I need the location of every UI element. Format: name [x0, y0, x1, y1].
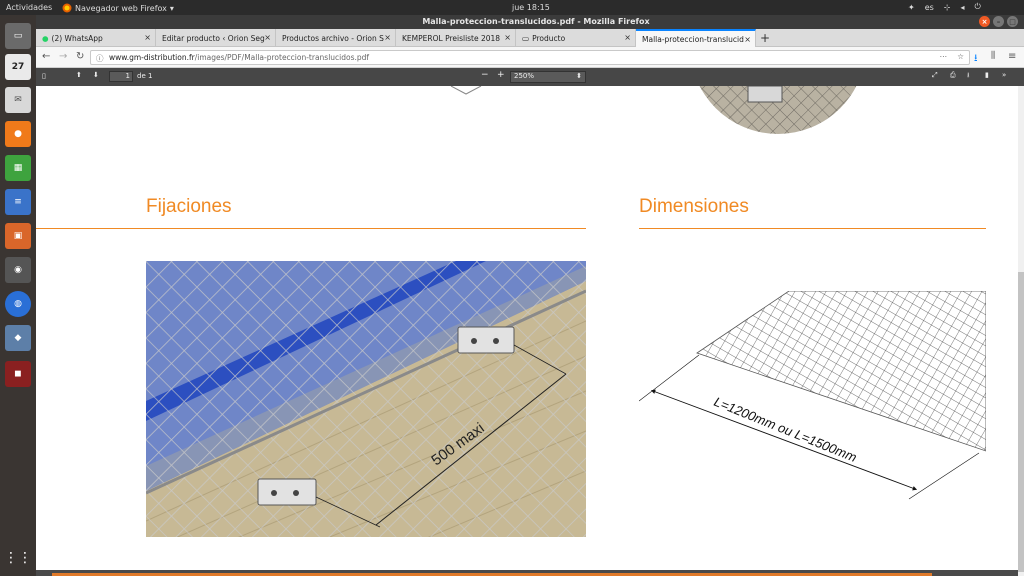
tab-editar-producto[interactable]: Editar producto ‹ Orion Seg × [156, 29, 276, 47]
network-icon[interactable]: ⊹ [944, 3, 951, 12]
tab-label: KEMPEROL Preisliste 2018 [402, 33, 501, 43]
tools-icon[interactable]: » [1002, 71, 1006, 79]
close-tab-icon[interactable]: × [744, 35, 751, 44]
mail-icon[interactable]: ✉ [5, 87, 31, 113]
tab-label: Productos archivo - Orion S [282, 33, 384, 43]
chevron-down-icon: ▾ [169, 3, 174, 13]
print-icon[interactable]: ⎙ [950, 71, 956, 80]
whatsapp-icon: ● [42, 33, 49, 43]
tab-label: Malla-proteccion-translucid [642, 34, 744, 44]
earth-icon[interactable]: ◍ [5, 291, 31, 317]
bookmark-icon[interactable]: ▮ [985, 71, 989, 79]
firefox-dock-icon[interactable]: ● [5, 121, 31, 147]
calendar-day: 27 [11, 62, 25, 72]
tab-strip: ● (2) WhatsApp × Editar producto ‹ Orion S… [36, 29, 1024, 47]
presentation-mode-icon[interactable]: ⤢ [932, 71, 938, 80]
zoom-select[interactable]: 250% ⬍ [510, 71, 586, 83]
url-field[interactable]: ⓘ www.gm-distribution.fr/images/PDF/Mall… [90, 50, 970, 65]
window-titlebar: Malla-proteccion-translucidos.pdf - Mozi… [36, 15, 1024, 29]
window-title: Malla-proteccion-translucidos.pdf - Mozi… [422, 17, 650, 26]
minimize-icon[interactable]: – [993, 16, 1004, 27]
gimp-icon[interactable]: ◉ [5, 257, 31, 283]
heading-fijaciones: Fijaciones [146, 196, 232, 217]
maximize-icon[interactable]: □ [1007, 16, 1018, 27]
chevron-down-icon: ⬍ [576, 72, 582, 80]
previous-page-icon[interactable]: ⬆ [76, 71, 82, 79]
next-page-icon[interactable]: ⬇ [93, 71, 99, 79]
clip-fastener-upper [457, 326, 515, 354]
page-gap [36, 570, 1018, 576]
page-number-input[interactable]: 1 [109, 71, 133, 82]
firefox-icon [62, 3, 72, 13]
tab-producto[interactable]: ▭ Producto × [516, 29, 636, 47]
bookmark-star-icon[interactable]: ☆ [957, 52, 964, 61]
back-icon[interactable]: ← [42, 51, 50, 62]
files-icon[interactable]: ▭ [5, 23, 31, 49]
clock[interactable]: jue 18:15 [512, 3, 550, 12]
spreadsheet-icon[interactable]: ▦ [5, 155, 31, 181]
pdf-page: Fijaciones Dimensiones 500 maxi L=1200mm… [36, 86, 1018, 570]
dimensiones-diagram: L=1200mm ou L=1500mm [639, 291, 986, 500]
zoom-in-icon[interactable]: + [497, 70, 505, 80]
tab-kemperol[interactable]: KEMPEROL Preisliste 2018 × [396, 29, 516, 47]
pdf-toolbar: ▯ ⬆ ⬇ 1 de 1 − + 250% ⬍ ⤢ ⎙ ⭳ ▮ » [36, 68, 1024, 86]
app-menu-label: Navegador web Firefox [75, 3, 167, 13]
page-icon: ▭ [522, 33, 530, 43]
tab-malla-pdf[interactable]: Malla-proteccion-translucid × [636, 29, 756, 47]
presentation-icon[interactable]: ▣ [5, 223, 31, 249]
divider-left [36, 228, 586, 229]
close-tab-icon[interactable]: × [384, 33, 391, 42]
app-icon[interactable]: ◆ [5, 325, 31, 351]
nav-bar: ← → ↻ ⓘ www.gm-distribution.fr/images/PD… [36, 47, 1024, 68]
info-icon: ⓘ [96, 54, 104, 63]
clip-fastener-lower [257, 478, 317, 506]
close-tab-icon[interactable]: × [624, 33, 631, 42]
page-actions-icon[interactable]: ⋯ [940, 52, 948, 61]
close-tab-icon[interactable]: × [144, 33, 151, 42]
page-count: de 1 [137, 72, 153, 80]
app-menu[interactable]: Navegador web Firefox ▾ [62, 3, 174, 13]
sidebar-toggle-icon[interactable]: ▯ [42, 72, 46, 80]
scrollbar-thumb[interactable] [1018, 272, 1024, 572]
activities-button[interactable]: Actividades [6, 3, 52, 12]
close-window-icon[interactable]: × [979, 16, 990, 27]
menu-icon[interactable]: ≡ [1008, 51, 1016, 62]
media-icon[interactable]: ◼ [5, 361, 31, 387]
fijaciones-image: 500 maxi [146, 261, 586, 537]
system-top-bar: Actividades Navegador web Firefox ▾ jue … [0, 0, 1024, 15]
zoom-out-icon[interactable]: − [481, 70, 489, 80]
dropbox-icon[interactable]: ✦ [908, 3, 915, 12]
tab-label: Editar producto ‹ Orion Seg [162, 33, 265, 43]
heading-dimensiones: Dimensiones [639, 196, 749, 217]
zoom-value: 250% [514, 72, 535, 80]
reload-icon[interactable]: ↻ [76, 51, 84, 62]
tab-label: Producto [532, 33, 566, 43]
tab-productos[interactable]: Productos archivo - Orion S × [276, 29, 396, 47]
close-tab-icon[interactable]: × [504, 33, 511, 42]
tab-whatsapp[interactable]: ● (2) WhatsApp × [36, 29, 156, 47]
tab-label: (2) WhatsApp [51, 33, 103, 43]
volume-icon[interactable]: ◂ [961, 3, 965, 12]
app-grid-icon[interactable]: ⋮⋮ [4, 545, 32, 571]
language-indicator[interactable]: es [925, 3, 934, 12]
url-host: www.gm-distribution.fr [109, 53, 195, 62]
calendar-icon[interactable]: 27 [5, 54, 31, 80]
mesh-corner-fragment [450, 86, 482, 95]
system-tray[interactable]: ✦ es ⊹ ◂ ⏻ [908, 2, 981, 12]
url-path: /images/PDF/Malla-proteccion-translucido… [194, 53, 370, 62]
download-icon[interactable]: ⭳ [974, 51, 978, 68]
dock: ▭ 27 ✉ ● ▦ ≡ ▣ ◉ ◍ ◆ ◼ ⋮⋮ [0, 15, 36, 576]
writer-icon[interactable]: ≡ [5, 189, 31, 215]
library-icon[interactable]: ⫼ [991, 51, 995, 61]
mesh-detail-circle [690, 86, 866, 134]
length-label: L=1200mm ou L=1500mm [712, 394, 859, 465]
vertical-scrollbar[interactable] [1018, 86, 1024, 576]
divider-right [639, 228, 986, 229]
forward-icon[interactable]: → [59, 51, 67, 62]
power-icon[interactable]: ⏻ [975, 2, 981, 12]
close-tab-icon[interactable]: × [264, 33, 271, 42]
save-icon[interactable]: ⭳ [967, 71, 969, 82]
new-tab-button[interactable]: + [760, 31, 770, 45]
